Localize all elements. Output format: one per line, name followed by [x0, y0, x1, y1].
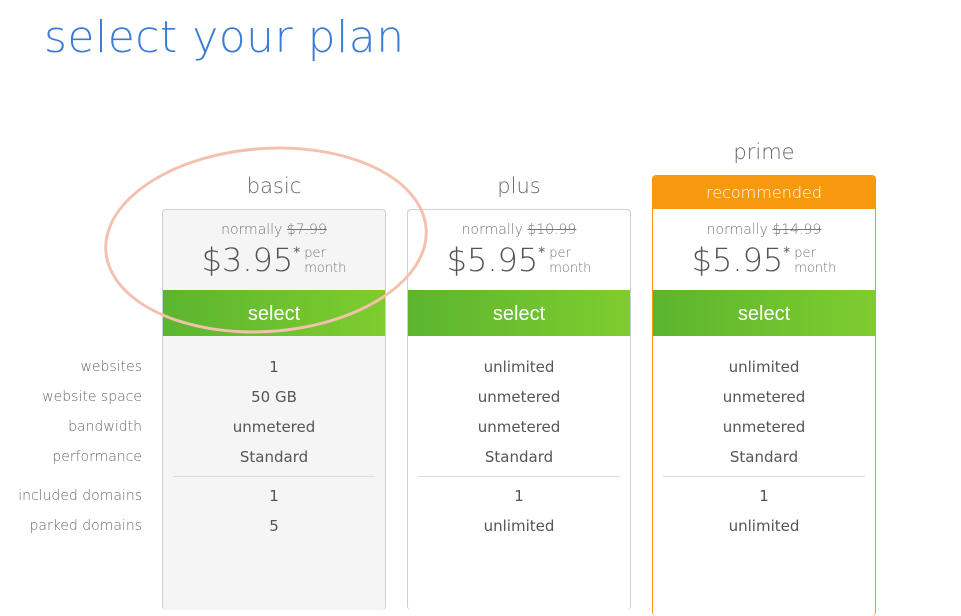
old-price: $10.99: [527, 222, 577, 238]
plan-card: normally $7.99 $3.95 * per month select …: [162, 209, 386, 610]
feature-bandwidth: unmetered: [477, 418, 561, 436]
price: $5.95: [691, 241, 784, 279]
feature-performance: Standard: [729, 448, 799, 466]
feature-performance: Standard: [484, 448, 554, 466]
feature-website-space: unmetered: [477, 388, 561, 406]
month-label: month: [794, 261, 837, 276]
normal-price-line: normally $7.99: [163, 222, 385, 238]
row-label-bandwidth: bandwidth: [68, 419, 142, 435]
per-month: per month: [549, 246, 591, 276]
price: $3.95: [201, 241, 294, 279]
normally-label: normally: [221, 222, 283, 238]
old-price: $14.99: [772, 222, 822, 238]
feature-parked-domains: unlimited: [728, 517, 800, 535]
recommended-badge: recommended: [653, 176, 875, 209]
row-label-parked-domains: parked domains: [29, 518, 142, 534]
page-title: select your plan: [44, 12, 405, 63]
per-label: per: [794, 246, 816, 261]
price-asterisk: *: [293, 245, 301, 261]
divider: [418, 476, 620, 477]
old-price: $7.99: [286, 222, 327, 238]
normally-label: normally: [461, 222, 523, 238]
row-label-performance: performance: [52, 449, 142, 465]
feature-websites: 1: [269, 358, 279, 376]
row-label-website-space: website space: [42, 389, 142, 405]
feature-bandwidth: unmetered: [232, 418, 316, 436]
feature-parked-domains: 5: [269, 517, 279, 535]
feature-performance: Standard: [239, 448, 309, 466]
plan-name: plus: [497, 174, 541, 198]
feature-parked-domains: unlimited: [483, 517, 555, 535]
select-prime-button[interactable]: select: [653, 290, 875, 336]
per-month: per month: [304, 246, 346, 276]
price: $5.95: [446, 241, 539, 279]
feature-website-space: unmetered: [722, 388, 806, 406]
per-label: per: [549, 246, 571, 261]
plan-name: prime: [733, 140, 795, 164]
select-plus-button[interactable]: select: [408, 290, 630, 336]
feature-included-domains: 1: [514, 487, 524, 505]
feature-websites: unlimited: [483, 358, 555, 376]
feature-websites: unlimited: [728, 358, 800, 376]
price-asterisk: *: [538, 245, 546, 261]
row-label-websites: websites: [80, 359, 142, 375]
feature-bandwidth: unmetered: [722, 418, 806, 436]
price-line: $5.95 * per month: [408, 242, 630, 282]
month-label: month: [304, 261, 347, 276]
per-month: per month: [794, 246, 836, 276]
select-basic-button[interactable]: select: [163, 290, 385, 336]
normal-price-line: normally $14.99: [653, 222, 875, 238]
plan-card: recommended normally $14.99 $5.95 * per …: [652, 175, 876, 616]
price-asterisk: *: [783, 245, 791, 261]
price-line: $5.95 * per month: [653, 242, 875, 282]
month-label: month: [549, 261, 592, 276]
divider: [663, 476, 865, 477]
plan-name: basic: [246, 174, 302, 198]
per-label: per: [304, 246, 326, 261]
feature-included-domains: 1: [759, 487, 769, 505]
divider: [173, 476, 375, 477]
normal-price-line: normally $10.99: [408, 222, 630, 238]
feature-included-domains: 1: [269, 487, 279, 505]
plan-card: normally $10.99 $5.95 * per month select…: [407, 209, 631, 610]
price-line: $3.95 * per month: [163, 242, 385, 282]
normally-label: normally: [706, 222, 768, 238]
row-label-included-domains: included domains: [18, 488, 142, 504]
feature-website-space: 50 GB: [251, 388, 297, 406]
